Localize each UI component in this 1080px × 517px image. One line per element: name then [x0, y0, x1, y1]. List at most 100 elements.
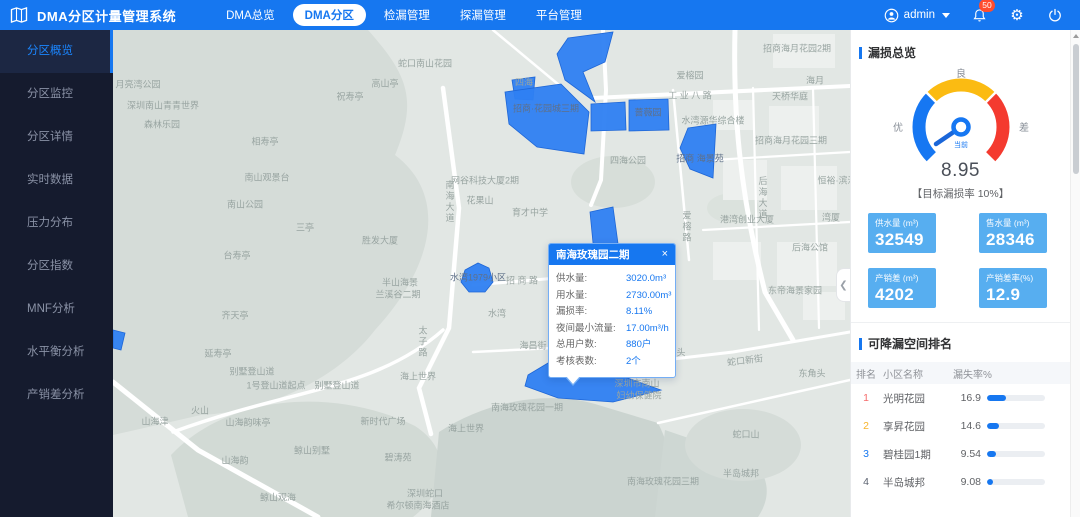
dma-app: DMA分区计量管理系统 DMA总览 DMA分区 检漏管理 探漏管理 平台管理 admin… [0, 0, 1080, 517]
logout-button[interactable] [1046, 6, 1064, 24]
rank-number: 3 [863, 448, 869, 460]
community-name: 碧桂园1期 [883, 448, 931, 461]
stat-card-label: 售水量 (m³) [986, 218, 1030, 228]
leak-rate-value: 8.95 [941, 160, 980, 181]
stat-card-value: 32549 [875, 230, 924, 249]
chevron-down-icon [942, 12, 950, 18]
nav-item-1[interactable]: DMA分区 [292, 4, 366, 26]
stat-card-value: 28346 [986, 230, 1035, 249]
map-base-layer [113, 30, 850, 517]
gauge-current-label: 当前 [954, 140, 968, 149]
popup-data-row: 考核表数: 2个 [556, 354, 668, 371]
nav-item-0[interactable]: DMA总览 [214, 4, 287, 26]
panel-scrollbar[interactable] [1070, 30, 1080, 517]
rank-table: 排名 小区名称 漏失率% 1 光明花园 16.9 2 享昇花园 14.6 3 碧桂园1期 9.5… [851, 362, 1070, 496]
bar-track [987, 395, 1045, 401]
popup-row-value: 2个 [626, 355, 641, 367]
stat-card-2: 产销差 (m³) 4202 [868, 268, 936, 308]
loss-rate-bar [987, 451, 1070, 457]
sidebar-item-5[interactable]: 分区指数 [0, 245, 113, 288]
section-bar [859, 337, 862, 350]
panel-collapse-handle[interactable]: ❮ [836, 268, 850, 302]
bar-fill [987, 451, 996, 457]
loss-rate-bar [987, 479, 1070, 485]
loss-rate-bar [987, 423, 1070, 429]
gauge-label-good: 优 [893, 121, 903, 134]
sidebar-item-2[interactable]: 分区详情 [0, 116, 113, 159]
user-menu[interactable]: admin [884, 8, 950, 23]
scrollbar-thumb[interactable] [1073, 44, 1079, 174]
popup-header: 南海玫瑰园二期 × [549, 244, 675, 265]
sidebar-item-7[interactable]: 水平衡分析 [0, 331, 113, 374]
rank-table-row[interactable]: 1 光明花园 16.9 [851, 384, 1070, 412]
rank-number: 2 [863, 420, 869, 432]
rank-table-row[interactable]: 4 半岛城邦 9.08 [851, 468, 1070, 496]
divider [851, 322, 1070, 323]
bar-track [987, 451, 1045, 457]
sidebar-item-3[interactable]: 实时数据 [0, 159, 113, 202]
popup-row-label: 夜间最小流量: [556, 322, 616, 334]
bar-fill [987, 479, 994, 485]
community-name: 半岛城邦 [883, 476, 925, 489]
popup-row-value: 8.11% [626, 306, 653, 317]
close-icon[interactable]: × [662, 249, 668, 260]
stat-card-value: 12.9 [986, 285, 1021, 304]
gauge-hub [950, 117, 971, 137]
stat-card-0: 供水量 (m³) 32549 [868, 213, 936, 253]
stat-card-value: 4202 [875, 285, 915, 304]
popup-body: 供水量: 3020.0m³ 用水量: 2730.00m³ 漏损率: 8.11% 夜间最小流量… [549, 265, 675, 377]
section-bar [859, 46, 862, 59]
popup-data-row: 总用户数: 880户 [556, 337, 668, 354]
notification-badge: 50 [979, 0, 995, 12]
gauge-svg: 优 良 差 当前 [893, 67, 1029, 162]
popup-row-label: 总用户数: [556, 339, 597, 350]
nav-item-2[interactable]: 检漏管理 [372, 4, 442, 26]
rank-table-header: 排名 小区名称 漏失率% [851, 362, 1070, 384]
scroll-up-icon[interactable] [1071, 30, 1080, 42]
popup-row-label: 考核表数: [556, 355, 597, 367]
map-canvas[interactable]: 蛇口南山花园 月亮湾公园 高山亭 祝寿亭 深圳南山青青世界 森林乐园 相寿亭 网谷科技大厦2期… [113, 30, 850, 517]
section-leak-overview: 漏损总览 [859, 44, 1070, 61]
right-panel: 漏损总览 优 良 差 当前 8.95 【目标漏损率 10%】 供水量 (m³) … [850, 30, 1080, 517]
stat-card-3: 产销差率(%) 12.9 [979, 268, 1047, 308]
app-title: DMA分区计量管理系统 [37, 8, 177, 24]
nav-item-4[interactable]: 平台管理 [524, 4, 594, 26]
popup-row-label: 供水量: [556, 273, 588, 284]
popup-data-row: 夜间最小流量: 17.00m³/h [556, 321, 669, 338]
sidebar-item-0[interactable]: 分区概览 [0, 30, 113, 73]
notifications-button[interactable]: 50 [970, 0, 995, 24]
popup-data-row: 漏损率: 8.11% [556, 304, 668, 321]
nav-item-3[interactable]: 探漏管理 [448, 4, 518, 26]
rank-number: 1 [863, 392, 869, 404]
power-icon [1049, 8, 1061, 22]
loss-rate-bar [987, 395, 1070, 401]
popup-row-value: 2730.00m³ [626, 289, 672, 301]
popup-pointer [565, 376, 581, 386]
rank-table-row[interactable]: 3 碧桂园1期 9.54 [851, 440, 1070, 468]
leak-rate-target: 【目标漏损率 10%】 [911, 188, 1010, 200]
sidebar-item-1[interactable]: 分区监控 [0, 73, 113, 116]
stat-card-label: 产销差率(%) [986, 273, 1034, 283]
col-header-rank: 排名 [856, 369, 876, 381]
sidebar-item-4[interactable]: 压力分布 [0, 202, 113, 245]
bar-track [987, 479, 1045, 485]
dma-zone-polygon [590, 101, 627, 132]
popup-title: 南海玫瑰园二期 [556, 249, 630, 261]
popup-row-label: 用水量: [556, 289, 588, 301]
section-title: 可降漏空间排名 [868, 337, 953, 351]
sidebar-item-8[interactable]: 产销差分析 [0, 374, 113, 417]
bar-fill [987, 423, 999, 429]
nav-menu: DMA总览 DMA分区 检漏管理 探漏管理 平台管理 [214, 4, 594, 26]
section-title: 漏损总览 [868, 46, 917, 60]
rank-table-row[interactable]: 2 享昇花园 14.6 [851, 412, 1070, 440]
popup-row-value: 17.00m³/h [626, 322, 669, 334]
sidebar-item-6[interactable]: MNF分析 [0, 288, 113, 331]
col-header-name: 小区名称 [883, 369, 923, 381]
navbar-right: admin 50 ⚙ [884, 0, 1080, 24]
section-rank: 可降漏空间排名 [859, 335, 1070, 352]
dma-zone-polygon [628, 98, 670, 132]
col-header-rate: 漏失率% [953, 369, 992, 381]
app-logo-map-icon [10, 6, 28, 24]
settings-button[interactable]: ⚙ [1008, 6, 1026, 24]
left-sidebar: 分区概览 分区监控 分区详情 实时数据 压力分布 分区指数 MNF分析 水平衡分析 产销差分析 [0, 30, 113, 517]
